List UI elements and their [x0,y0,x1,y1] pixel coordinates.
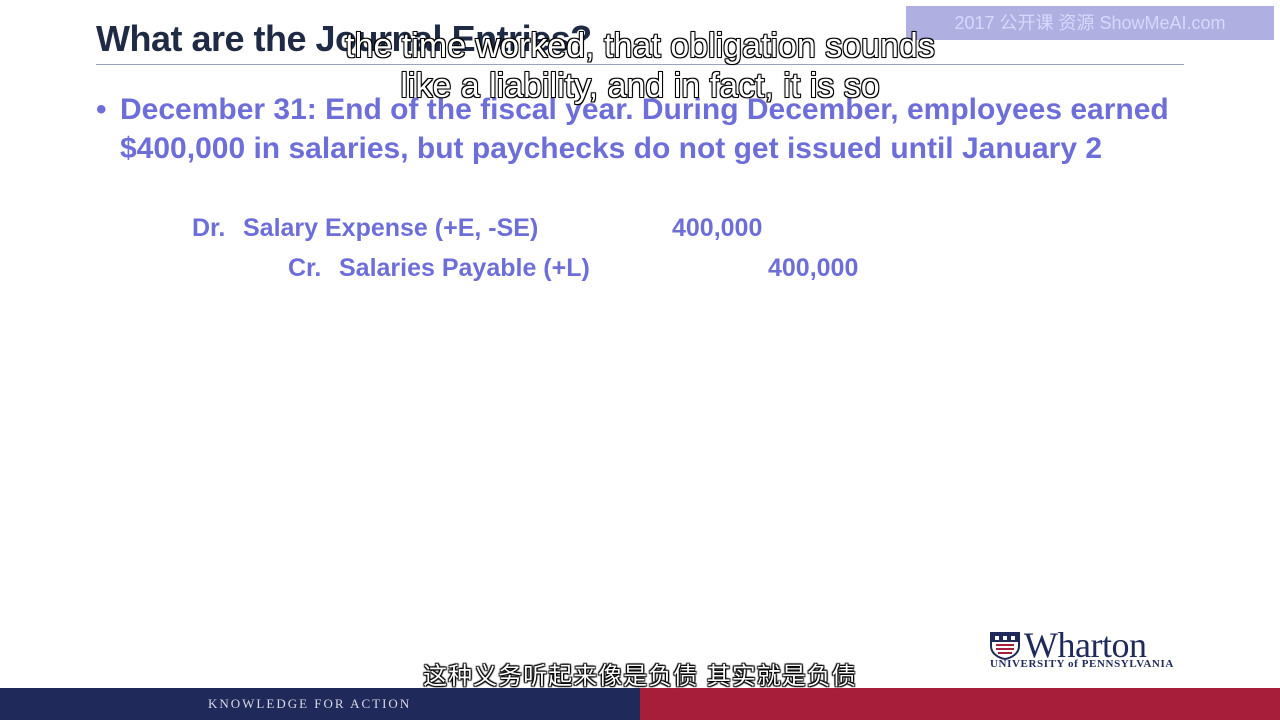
credit-label: Cr. [288,254,322,282]
footer-crimson-band [640,688,1280,720]
debit-account: Salary Expense (+E, -SE) [243,214,539,242]
english-subtitle-line-1: the time worked, that obligation sounds [344,26,935,66]
english-subtitle: the time worked, that obligation sounds … [0,26,1280,106]
credit-amount: 400,000 [768,254,859,282]
debit-amount: 400,000 [672,214,763,242]
credit-account: Salaries Payable (+L) [339,254,590,282]
chinese-subtitle: 这种义务听起来像是负债 其实就是负债 [423,662,857,690]
footer-bar: KNOWLEDGE FOR ACTION [0,688,1280,720]
debit-label: Dr. [192,214,226,242]
footer-tagline: KNOWLEDGE FOR ACTION [208,696,412,711]
english-subtitle-line-2: like a liability, and in fact, it is so [400,66,881,106]
